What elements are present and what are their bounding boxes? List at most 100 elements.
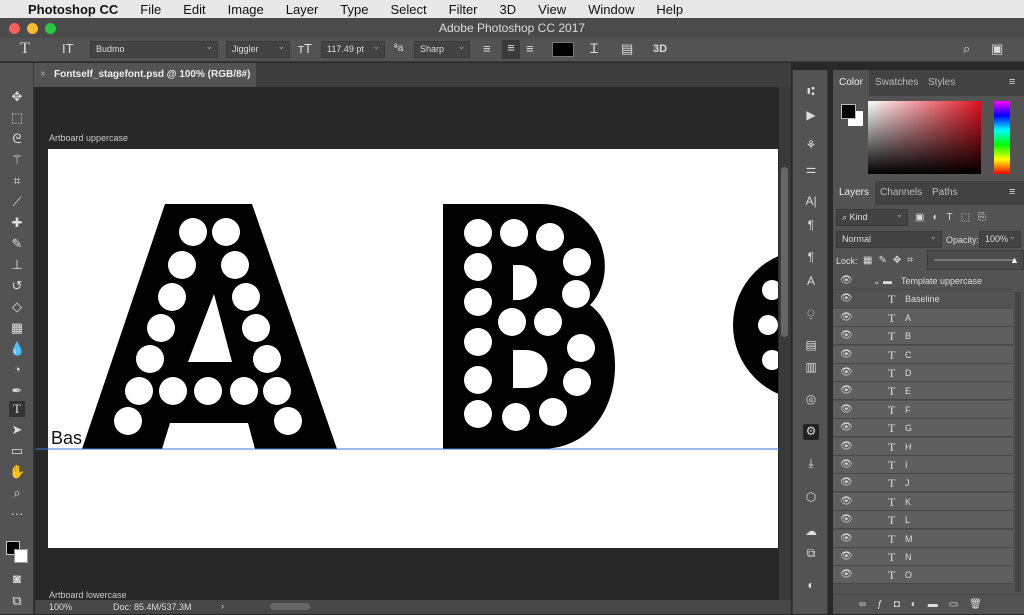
layer-row[interactable]: 👁 T E [833,382,1013,401]
layer-row[interactable]: 👁 T I [833,456,1013,474]
opacity-slider-popup[interactable]: ▲ [927,250,1024,270]
baseline-text[interactable]: Bas [51,428,82,449]
text-layer-icon: T [888,421,896,436]
paragraph-styles-icon[interactable]: ¶ [803,250,819,266]
foreground-swatch[interactable] [841,104,856,119]
history-icon[interactable]: ⑆ [803,84,819,100]
opacity-slider-track[interactable] [934,259,1016,261]
visibility-eye-icon[interactable]: 👁 [840,566,853,584]
layer-name: Template uppercase [901,276,983,286]
libraries-icon[interactable]: ☁ [803,524,819,540]
status-menu-arrow-icon[interactable]: › [221,601,224,611]
timeline-icon[interactable]: ◐ [803,578,819,594]
layer-row[interactable]: 👁 T A [833,308,1013,327]
visibility-eye-icon[interactable]: 👁 [840,438,853,456]
tab-layers[interactable]: Layers [833,181,876,205]
scroll-thumb[interactable] [781,167,788,337]
link-icon[interactable]: ⧉ [803,546,819,562]
visibility-eye-icon[interactable]: 👁 [840,419,853,437]
visibility-eye-icon[interactable]: 👁 [840,493,853,511]
properties-icon[interactable]: ▤ [803,338,819,354]
opacity-slider-handle[interactable]: ▲ [1010,255,1019,265]
vertical-scrollbar[interactable] [779,87,791,600]
visibility-eye-icon[interactable]: 👁 [840,401,853,419]
text-layer-icon: T [888,347,896,362]
filter-kind-select[interactable]: ⌕ Kind [836,207,908,226]
text-layer-icon: T [888,366,896,380]
filter-type-icons[interactable]: ▣◐T⬚⎘ [915,212,994,223]
plugin-icon[interactable]: ◎ [803,392,819,408]
layers-panel-menu-icon[interactable]: ≡ [1009,186,1015,198]
layer-name: K [905,496,912,507]
opacity-field[interactable]: 100% [979,229,1021,248]
text-layer-icon: T [888,568,896,583]
layer-name: A [905,312,912,323]
visibility-eye-icon[interactable]: 👁 [840,327,853,345]
adjustments-icon[interactable]: ⚌ [803,162,819,178]
visibility-eye-icon[interactable]: 👁 [840,272,853,290]
tab-channels[interactable]: Channels [874,181,928,205]
layer-row[interactable]: 👁 T O [833,566,1013,585]
text-layer-icon: T [888,513,896,528]
layer-name: O [905,570,913,581]
fontself-icon[interactable]: ⚙ [803,424,819,440]
layer-row[interactable]: 👁 T M [833,529,1013,548]
color-panel-tabs: Color Swatches Styles ≡ [833,70,1024,96]
brushes-icon[interactable]: ⚘ [803,138,819,154]
visibility-eye-icon[interactable]: 👁 [840,548,853,566]
layer-row[interactable]: 👁 T N [833,548,1013,566]
blend-mode-select[interactable]: Normal [836,229,942,248]
visibility-eye-icon[interactable]: 👁 [840,456,853,474]
text-layer-icon: T [888,439,896,454]
layer-row[interactable]: 👁 T K [833,492,1013,511]
layer-name: G [905,423,913,434]
color-field[interactable] [868,101,981,174]
notes-icon[interactable]: ▥ [803,360,819,376]
visibility-eye-icon[interactable]: 👁 [840,382,853,400]
layer-group-template-uppercase[interactable]: 👁 ⌄ ▬ Template uppercase [833,272,1013,290]
visibility-eye-icon[interactable]: 👁 [840,364,853,382]
layer-name: J [905,478,910,489]
visibility-eye-icon[interactable]: 👁 [840,511,853,529]
visibility-eye-icon[interactable]: 👁 [840,309,853,327]
layers-footer-icons[interactable]: ∞ƒ◘◐▬▭🗑 [833,594,1024,614]
visibility-eye-icon[interactable]: 👁 [840,346,853,364]
download-icon[interactable]: ⤓ [803,456,819,472]
layer-row[interactable]: 👁 T L [833,511,1013,530]
character-icon[interactable]: A| [803,194,819,210]
glyphs-icon[interactable]: ⍜ [803,306,819,322]
layers-list: 👁 ⌄ ▬ Template uppercase 👁 T Baseline 👁 T A 👁 T… [833,272,1013,602]
tab-styles[interactable]: Styles [922,70,961,96]
3d-icon[interactable]: ⬡ [803,490,819,506]
layer-row[interactable]: 👁 T D [833,364,1013,382]
layer-name: B [905,331,912,342]
zoom-level[interactable]: 100% [49,602,72,612]
layer-row[interactable]: 👁 T Baseline [833,290,1013,309]
layer-row[interactable]: 👁 T G [833,419,1013,438]
layer-row[interactable]: 👁 T F [833,400,1013,419]
paragraph-icon[interactable]: ¶ [803,218,819,234]
visibility-eye-icon[interactable]: 👁 [840,474,853,492]
layer-row[interactable]: 👁 T C [833,345,1013,364]
layer-name: H [905,441,912,452]
color-panel-menu-icon[interactable]: ≡ [1009,76,1015,88]
layer-row[interactable]: 👁 T H [833,437,1013,456]
group-expand-chevron-icon[interactable]: ⌄ [873,272,881,290]
text-layer-icon: T [888,458,896,472]
actions-play-icon[interactable]: ▶ [803,108,819,124]
layer-row[interactable]: 👁 T J [833,474,1013,493]
horizontal-scrollbar[interactable] [270,603,310,610]
text-layer-icon: T [888,384,896,399]
visibility-eye-icon[interactable]: 👁 [840,530,853,548]
lock-icons[interactable]: ▦✎✥⌗ [863,255,919,266]
tab-swatches[interactable]: Swatches [869,70,924,96]
layer-row[interactable]: 👁 T B [833,327,1013,346]
visibility-eye-icon[interactable]: 👁 [840,290,853,308]
doc-size: Doc: 85.4M/537.3M [113,602,192,612]
text-layer-icon: T [888,310,896,325]
layers-scrollbar[interactable] [1015,292,1021,592]
character-styles-icon[interactable]: A [803,274,819,290]
hue-slider[interactable] [994,101,1010,174]
tab-paths[interactable]: Paths [926,181,964,205]
tab-color[interactable]: Color [833,70,869,96]
